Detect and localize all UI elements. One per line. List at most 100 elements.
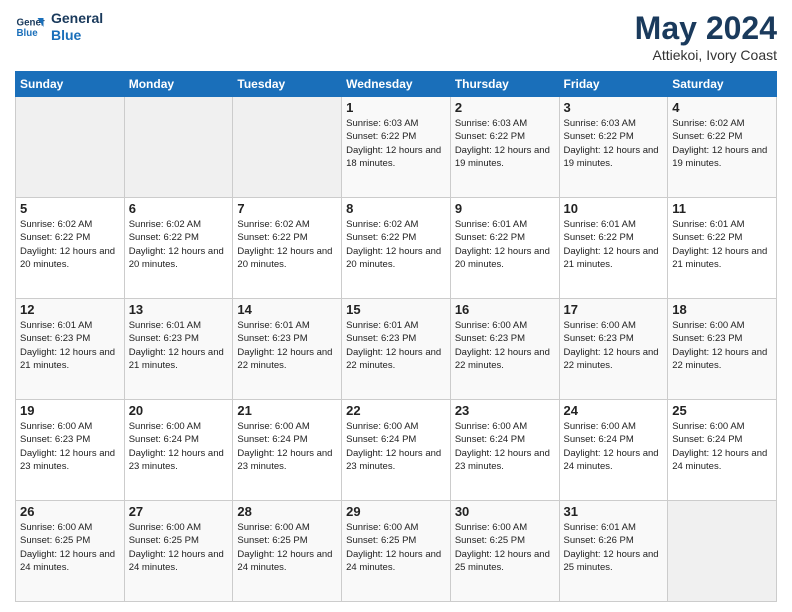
day-info: Sunrise: 6:02 AM Sunset: 6:22 PM Dayligh… — [346, 218, 446, 271]
cell-week5-day2: 28 Sunrise: 6:00 AM Sunset: 6:25 PM Dayli… — [233, 501, 342, 602]
day-number: 22 — [346, 403, 446, 418]
header: General Blue General Blue May 2024 Attie… — [15, 10, 777, 63]
svg-text:Blue: Blue — [17, 28, 39, 39]
day-number: 7 — [237, 201, 337, 216]
day-info: Sunrise: 6:01 AM Sunset: 6:23 PM Dayligh… — [237, 319, 337, 372]
cell-week4-day1: 20 Sunrise: 6:00 AM Sunset: 6:24 PM Dayli… — [124, 400, 233, 501]
day-info: Sunrise: 6:00 AM Sunset: 6:25 PM Dayligh… — [455, 521, 555, 574]
day-number: 26 — [20, 504, 120, 519]
day-number: 17 — [564, 302, 664, 317]
cell-week2-day1: 6 Sunrise: 6:02 AM Sunset: 6:22 PM Daylig… — [124, 198, 233, 299]
day-number: 14 — [237, 302, 337, 317]
day-info: Sunrise: 6:01 AM Sunset: 6:26 PM Dayligh… — [564, 521, 664, 574]
cell-week3-day6: 18 Sunrise: 6:00 AM Sunset: 6:23 PM Dayli… — [668, 299, 777, 400]
cell-week3-day2: 14 Sunrise: 6:01 AM Sunset: 6:23 PM Dayli… — [233, 299, 342, 400]
col-saturday: Saturday — [668, 72, 777, 97]
cell-week5-day5: 31 Sunrise: 6:01 AM Sunset: 6:26 PM Dayli… — [559, 501, 668, 602]
cell-week3-day4: 16 Sunrise: 6:00 AM Sunset: 6:23 PM Dayli… — [450, 299, 559, 400]
day-info: Sunrise: 6:00 AM Sunset: 6:24 PM Dayligh… — [672, 420, 772, 473]
day-info: Sunrise: 6:00 AM Sunset: 6:25 PM Dayligh… — [237, 521, 337, 574]
day-info: Sunrise: 6:03 AM Sunset: 6:22 PM Dayligh… — [455, 117, 555, 170]
days-of-week-row: Sunday Monday Tuesday Wednesday Thursday… — [16, 72, 777, 97]
day-number: 20 — [129, 403, 229, 418]
cell-week1-day4: 2 Sunrise: 6:03 AM Sunset: 6:22 PM Daylig… — [450, 97, 559, 198]
col-tuesday: Tuesday — [233, 72, 342, 97]
day-number: 3 — [564, 100, 664, 115]
main-title: May 2024 — [635, 10, 777, 47]
cell-week1-day3: 1 Sunrise: 6:03 AM Sunset: 6:22 PM Daylig… — [342, 97, 451, 198]
week-row-5: 26 Sunrise: 6:00 AM Sunset: 6:25 PM Dayli… — [16, 501, 777, 602]
day-info: Sunrise: 6:00 AM Sunset: 6:23 PM Dayligh… — [564, 319, 664, 372]
day-info: Sunrise: 6:00 AM Sunset: 6:24 PM Dayligh… — [129, 420, 229, 473]
day-number: 12 — [20, 302, 120, 317]
day-info: Sunrise: 6:02 AM Sunset: 6:22 PM Dayligh… — [672, 117, 772, 170]
day-info: Sunrise: 6:02 AM Sunset: 6:22 PM Dayligh… — [237, 218, 337, 271]
day-number: 27 — [129, 504, 229, 519]
day-number: 6 — [129, 201, 229, 216]
calendar-header: Sunday Monday Tuesday Wednesday Thursday… — [16, 72, 777, 97]
cell-week3-day5: 17 Sunrise: 6:00 AM Sunset: 6:23 PM Dayli… — [559, 299, 668, 400]
day-info: Sunrise: 6:00 AM Sunset: 6:23 PM Dayligh… — [455, 319, 555, 372]
cell-week2-day2: 7 Sunrise: 6:02 AM Sunset: 6:22 PM Daylig… — [233, 198, 342, 299]
title-block: May 2024 Attiekoi, Ivory Coast — [635, 10, 777, 63]
cell-week5-day1: 27Sunrise: 6:00 AM Sunset: 6:25 PM Dayli… — [124, 501, 233, 602]
day-number: 8 — [346, 201, 446, 216]
day-info: Sunrise: 6:00 AM Sunset: 6:23 PM Dayligh… — [20, 420, 120, 473]
day-number: 2 — [455, 100, 555, 115]
day-number: 24 — [564, 403, 664, 418]
day-info: Sunrise: 6:02 AM Sunset: 6:22 PM Dayligh… — [20, 218, 120, 271]
day-number: 21 — [237, 403, 337, 418]
cell-week5-day3: 29Sunrise: 6:00 AM Sunset: 6:25 PM Dayli… — [342, 501, 451, 602]
day-info: Sunrise: 6:00 AM Sunset: 6:24 PM Dayligh… — [564, 420, 664, 473]
cell-week2-day4: 9Sunrise: 6:01 AM Sunset: 6:22 PM Daylig… — [450, 198, 559, 299]
day-info: Sunrise: 6:03 AM Sunset: 6:22 PM Dayligh… — [346, 117, 446, 170]
day-number: 15 — [346, 302, 446, 317]
col-thursday: Thursday — [450, 72, 559, 97]
day-number: 31 — [564, 504, 664, 519]
logo: General Blue General Blue — [15, 10, 103, 44]
day-number: 30 — [455, 504, 555, 519]
calendar-body: 1 Sunrise: 6:03 AM Sunset: 6:22 PM Daylig… — [16, 97, 777, 602]
cell-week1-day6: 4 Sunrise: 6:02 AM Sunset: 6:22 PM Daylig… — [668, 97, 777, 198]
cell-week4-day3: 22Sunrise: 6:00 AM Sunset: 6:24 PM Dayli… — [342, 400, 451, 501]
page: General Blue General Blue May 2024 Attie… — [0, 0, 792, 612]
week-row-4: 19Sunrise: 6:00 AM Sunset: 6:23 PM Dayli… — [16, 400, 777, 501]
cell-week3-day1: 13Sunrise: 6:01 AM Sunset: 6:23 PM Dayli… — [124, 299, 233, 400]
cell-week2-day3: 8 Sunrise: 6:02 AM Sunset: 6:22 PM Daylig… — [342, 198, 451, 299]
cell-week1-day5: 3 Sunrise: 6:03 AM Sunset: 6:22 PM Daylig… — [559, 97, 668, 198]
day-number: 16 — [455, 302, 555, 317]
day-number: 18 — [672, 302, 772, 317]
day-number: 1 — [346, 100, 446, 115]
day-info: Sunrise: 6:02 AM Sunset: 6:22 PM Dayligh… — [129, 218, 229, 271]
day-info: Sunrise: 6:01 AM Sunset: 6:22 PM Dayligh… — [455, 218, 555, 271]
day-number: 11 — [672, 201, 772, 216]
cell-week2-day6: 11Sunrise: 6:01 AM Sunset: 6:22 PM Dayli… — [668, 198, 777, 299]
day-info: Sunrise: 6:00 AM Sunset: 6:25 PM Dayligh… — [346, 521, 446, 574]
logo-text-blue: Blue — [51, 27, 103, 44]
cell-week5-day4: 30 Sunrise: 6:00 AM Sunset: 6:25 PM Dayli… — [450, 501, 559, 602]
day-number: 28 — [237, 504, 337, 519]
col-wednesday: Wednesday — [342, 72, 451, 97]
cell-week3-day0: 12 Sunrise: 6:01 AM Sunset: 6:23 PM Dayli… — [16, 299, 125, 400]
day-info: Sunrise: 6:00 AM Sunset: 6:25 PM Dayligh… — [20, 521, 120, 574]
logo-text-general: General — [51, 10, 103, 27]
day-number: 4 — [672, 100, 772, 115]
sub-title: Attiekoi, Ivory Coast — [635, 47, 777, 63]
cell-week4-day5: 24 Sunrise: 6:00 AM Sunset: 6:24 PM Dayli… — [559, 400, 668, 501]
day-number: 25 — [672, 403, 772, 418]
cell-week4-day4: 23Sunrise: 6:00 AM Sunset: 6:24 PM Dayli… — [450, 400, 559, 501]
cell-week3-day3: 15Sunrise: 6:01 AM Sunset: 6:23 PM Dayli… — [342, 299, 451, 400]
week-row-2: 5Sunrise: 6:02 AM Sunset: 6:22 PM Daylig… — [16, 198, 777, 299]
day-info: Sunrise: 6:01 AM Sunset: 6:23 PM Dayligh… — [20, 319, 120, 372]
cell-week4-day0: 19Sunrise: 6:00 AM Sunset: 6:23 PM Dayli… — [16, 400, 125, 501]
day-info: Sunrise: 6:03 AM Sunset: 6:22 PM Dayligh… — [564, 117, 664, 170]
cell-week5-day6 — [668, 501, 777, 602]
day-number: 10 — [564, 201, 664, 216]
cell-week5-day0: 26 Sunrise: 6:00 AM Sunset: 6:25 PM Dayli… — [16, 501, 125, 602]
cell-week1-day0 — [16, 97, 125, 198]
day-info: Sunrise: 6:00 AM Sunset: 6:24 PM Dayligh… — [237, 420, 337, 473]
day-info: Sunrise: 6:00 AM Sunset: 6:23 PM Dayligh… — [672, 319, 772, 372]
col-friday: Friday — [559, 72, 668, 97]
day-number: 13 — [129, 302, 229, 317]
cell-week1-day2 — [233, 97, 342, 198]
